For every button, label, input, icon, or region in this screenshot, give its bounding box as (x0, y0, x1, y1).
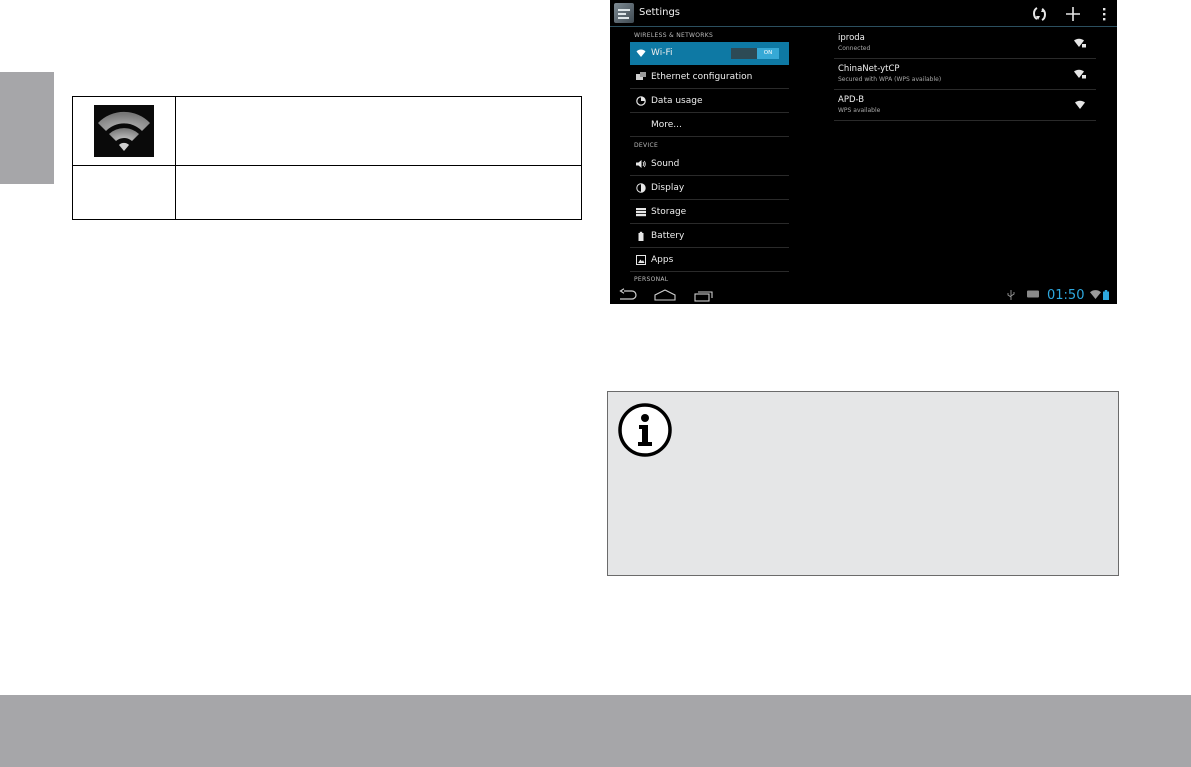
menu-item-label: Apps (651, 255, 674, 265)
section-header-personal: PERSONAL (634, 276, 669, 283)
system-bar: 01:50 (610, 285, 1117, 304)
menu-item-wifi[interactable]: Wi-Fi ON (630, 42, 789, 65)
usb-icon (1007, 290, 1015, 300)
wifi-signal-icon (94, 105, 154, 157)
menu-item-label: Battery (651, 231, 685, 241)
battery-icon (638, 231, 644, 241)
network-item[interactable]: APD-B WPS available (834, 91, 1096, 121)
menu-item-label: Ethernet configuration (651, 72, 753, 82)
settings-screenshot: Settings WIRELESS & NETWORKS Wi-Fi ON Et… (610, 0, 1117, 304)
info-icon (618, 403, 672, 457)
network-status: Connected (838, 45, 871, 52)
page-title: Settings (639, 7, 681, 18)
section-header-device: DEVICE (634, 142, 659, 149)
side-tab-marker (0, 72, 54, 184)
menu-item-label: Storage (651, 207, 687, 217)
menu-item-storage[interactable]: Storage (630, 201, 789, 224)
menu-item-sound[interactable]: Sound (630, 153, 789, 176)
network-name: iproda (838, 33, 865, 43)
network-item[interactable]: iproda Connected (834, 29, 1096, 59)
network-item[interactable]: ChinaNet-ytCP Secured with WPA (WPS avai… (834, 60, 1096, 90)
battery-status-icon (1103, 290, 1109, 300)
wifi-signal-icon (1075, 100, 1085, 109)
display-icon (636, 183, 646, 193)
action-bar: Settings (610, 0, 1117, 27)
menu-item-label: Display (651, 183, 685, 193)
storage-icon (636, 208, 646, 217)
menu-item-label: More... (651, 120, 682, 130)
wifi-locked-icon (1074, 38, 1086, 48)
back-icon[interactable] (618, 288, 638, 302)
network-name: APD-B (838, 95, 865, 105)
section-header-wireless: WIRELESS & NETWORKS (634, 32, 714, 39)
wifi-toggle-label: ON (763, 50, 773, 56)
settings-app-icon[interactable] (614, 3, 634, 23)
table-row (73, 97, 581, 166)
menu-item-label: Data usage (651, 96, 703, 106)
wifi-icon-table (72, 96, 582, 220)
recent-apps-icon[interactable] (694, 288, 714, 302)
footer-bar (0, 695, 1191, 767)
wifi-status-icon (1090, 290, 1101, 299)
note-box (607, 391, 1119, 576)
menu-item-battery[interactable]: Battery (630, 225, 789, 248)
network-status: Secured with WPA (WPS available) (838, 76, 942, 83)
menu-item-more[interactable]: More... (630, 114, 789, 137)
wifi-locked-icon (1074, 69, 1086, 79)
clock: 01:50 (1047, 288, 1085, 303)
add-network-icon[interactable] (1063, 4, 1083, 24)
table-row (73, 166, 581, 219)
menu-item-label: Sound (651, 159, 680, 169)
menu-item-data-usage[interactable]: Data usage (630, 90, 789, 113)
menu-item-label: Wi-Fi (651, 48, 673, 58)
wifi-toggle[interactable]: ON (731, 48, 779, 59)
wifi-icon (636, 49, 646, 57)
menu-item-ethernet[interactable]: Ethernet configuration (630, 66, 789, 89)
wps-icon[interactable] (1030, 4, 1050, 24)
overflow-menu-icon[interactable] (1094, 4, 1114, 24)
home-icon[interactable] (654, 288, 676, 302)
sound-icon (636, 160, 646, 168)
menu-item-display[interactable]: Display (630, 177, 789, 200)
network-name: ChinaNet-ytCP (838, 64, 900, 74)
network-status: WPS available (838, 107, 881, 114)
ethernet-icon (636, 72, 646, 80)
menu-item-apps[interactable]: Apps (630, 249, 789, 272)
data-usage-icon (636, 96, 646, 106)
apps-icon (636, 255, 646, 265)
keyboard-icon (1027, 290, 1039, 298)
